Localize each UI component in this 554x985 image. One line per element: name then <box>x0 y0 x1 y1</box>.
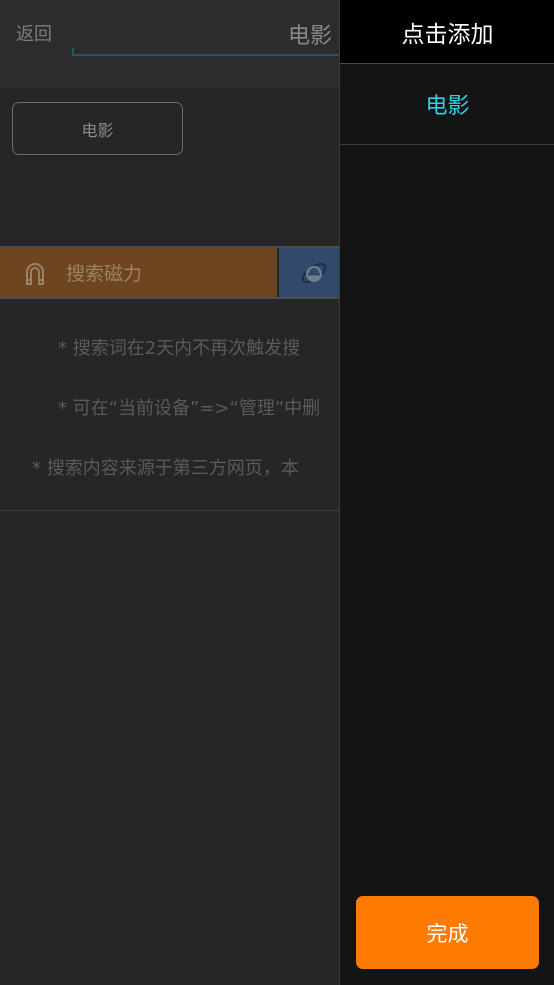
back-button[interactable]: 返回 <box>16 20 52 46</box>
screen: 返回 电影 电影 搜索磁力 * 搜索词在2天内不再次触发搜 * 可在“当前设备”… <box>0 0 554 985</box>
note-text: * 可在“当前设备”=>“管理”中删 <box>58 398 321 419</box>
note-text: * 搜索内容来源于第三方网页，本 <box>32 458 299 479</box>
history-chip-movie[interactable]: 电影 <box>12 102 183 155</box>
done-button-label: 完成 <box>426 921 469 946</box>
search-input[interactable]: 电影 <box>288 18 332 50</box>
drawer-title: 点击添加 <box>401 21 494 48</box>
search-magnet-label: 搜索磁力 <box>66 263 143 285</box>
search-field[interactable]: 电影 <box>72 10 372 56</box>
note-text: * 搜索词在2天内不再次触发搜 <box>58 338 301 359</box>
search-field-border-mask <box>72 10 76 48</box>
search-magnet-button[interactable]: 搜索磁力 <box>0 248 277 297</box>
drawer-item-movie[interactable]: 电影 <box>340 64 554 145</box>
done-button[interactable]: 完成 <box>356 896 539 969</box>
magnet-icon <box>26 262 44 285</box>
drawer-item-label: 电影 <box>425 94 470 119</box>
ie-browser-icon <box>301 263 327 283</box>
history-chip-label: 电影 <box>81 120 114 140</box>
add-drawer: 点击添加 电影 完成 <box>339 0 554 985</box>
drawer-header: 点击添加 <box>340 0 554 64</box>
